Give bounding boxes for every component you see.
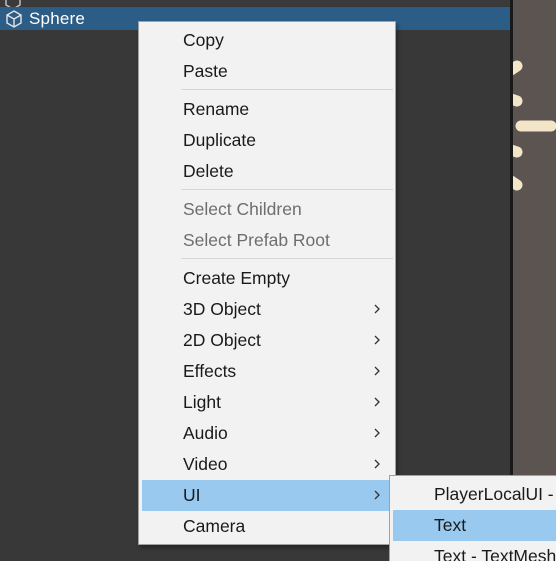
cube-icon: [4, 9, 24, 29]
menu-item-light[interactable]: Light: [142, 387, 393, 418]
menu-item-delete[interactable]: Delete: [142, 156, 393, 187]
menu-item-label: Rename: [183, 99, 250, 119]
menu-item-rename[interactable]: Rename: [142, 94, 393, 125]
menu-item-paste[interactable]: Paste: [142, 56, 393, 87]
menu-item-label: Select Children: [183, 199, 302, 219]
chevron-right-icon: [374, 304, 380, 314]
hierarchy-row-partial[interactable]: [0, 0, 510, 10]
menu-separator: [181, 189, 393, 190]
menu-item-create-empty[interactable]: Create Empty: [142, 263, 393, 294]
menu-item-label: Video: [183, 454, 228, 474]
submenu-item-label: PlayerLocalUI - c: [434, 484, 556, 504]
menu-item-label: Create Empty: [183, 268, 290, 288]
menu-item-copy[interactable]: Copy: [142, 25, 393, 56]
menu-item-video[interactable]: Video: [142, 449, 393, 480]
menu-item-duplicate[interactable]: Duplicate: [142, 125, 393, 156]
menu-item-label: Copy: [183, 30, 224, 50]
menu-item-label: UI: [183, 485, 201, 505]
chevron-right-icon: [374, 335, 380, 345]
menu-item-label: Effects: [183, 361, 237, 381]
menu-item-label: Light: [183, 392, 221, 412]
menu-item-effects[interactable]: Effects: [142, 356, 393, 387]
menu-item-label: Duplicate: [183, 130, 256, 150]
submenu-item-label: Text - TextMeshP: [434, 546, 556, 561]
chevron-right-icon: [374, 428, 380, 438]
ui-submenu: PlayerLocalUI - c Text Text - TextMeshP: [389, 475, 556, 561]
menu-item-label: Paste: [183, 61, 228, 81]
menu-separator: [181, 258, 393, 259]
menu-item-3d-object[interactable]: 3D Object: [142, 294, 393, 325]
submenu-item-playerlocalui[interactable]: PlayerLocalUI - c: [393, 479, 556, 510]
menu-item-label: Camera: [183, 516, 246, 536]
menu-item-label: 2D Object: [183, 330, 261, 350]
menu-separator: [181, 89, 393, 90]
menu-item-audio[interactable]: Audio: [142, 418, 393, 449]
chevron-right-icon: [374, 397, 380, 407]
menu-item-label: Select Prefab Root: [183, 230, 330, 250]
menu-item-select-children: Select Children: [142, 194, 393, 225]
menu-item-label: Audio: [183, 423, 228, 443]
chevron-right-icon: [374, 459, 380, 469]
submenu-item-text-textmeshpro[interactable]: Text - TextMeshP: [393, 541, 556, 561]
menu-item-ui[interactable]: UI: [142, 480, 393, 511]
context-menu: Copy Paste Rename Duplicate Delete Selec…: [138, 21, 396, 545]
menu-item-camera[interactable]: Camera: [142, 511, 393, 542]
menu-item-select-prefab-root: Select Prefab Root: [142, 225, 393, 256]
submenu-item-label: Text: [434, 515, 467, 535]
menu-item-label: Delete: [183, 161, 234, 181]
menu-item-2d-object[interactable]: 2D Object: [142, 325, 393, 356]
hierarchy-item-label: Sphere: [29, 8, 86, 28]
menu-item-label: 3D Object: [183, 299, 261, 319]
chevron-right-icon: [374, 490, 380, 500]
submenu-item-text[interactable]: Text: [393, 510, 556, 541]
chevron-right-icon: [374, 366, 380, 376]
